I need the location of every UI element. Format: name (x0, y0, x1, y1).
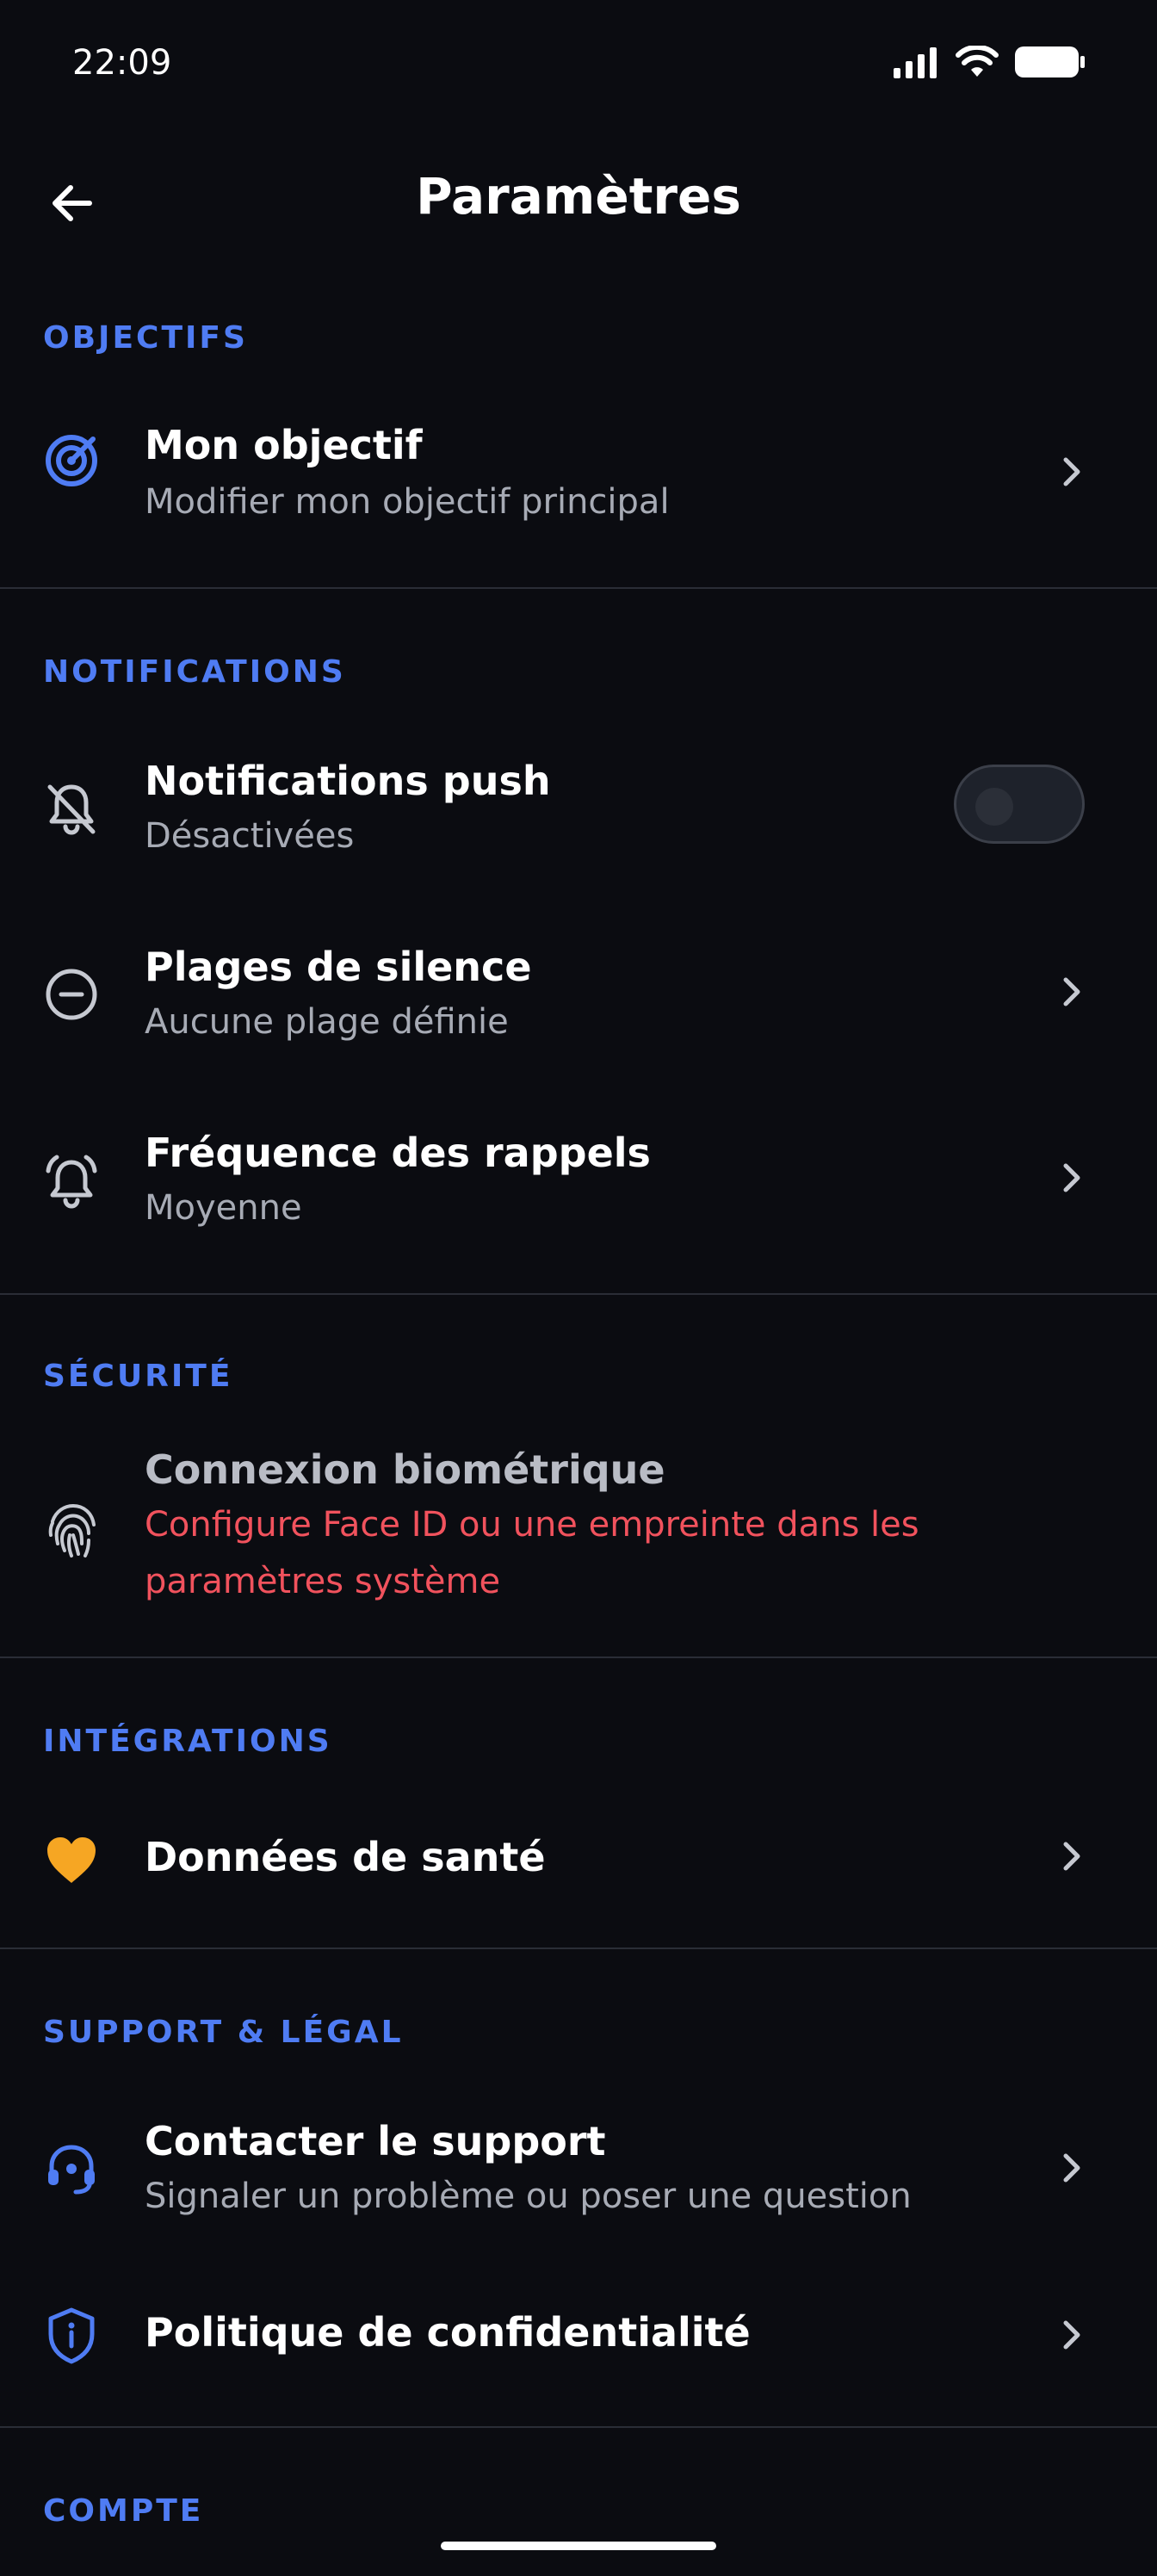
notifications-push-toggle[interactable] (954, 765, 1085, 844)
item-title: Fréquence des rappels (145, 1130, 651, 1176)
settings-item-donnees-de-sante[interactable]: Données de santé (0, 1799, 1157, 1920)
chevron-right-icon (1063, 977, 1080, 1006)
item-subtitle: Signaler un problème ou poser une questi… (145, 2177, 912, 2216)
target-icon (41, 430, 102, 491)
item-title: Contacter le support (145, 2118, 606, 2164)
divider (0, 1293, 1157, 1295)
item-subtitle-error: Configure Face ID ou une empreinte dans … (145, 1505, 919, 1545)
settings-item-notifications-push[interactable]: Notifications push Désactivées (0, 740, 1157, 878)
item-title: Données de santé (145, 1834, 546, 1880)
alarm-bell-icon (41, 1150, 102, 1211)
signal-icon (894, 47, 937, 78)
chevron-right-icon (1063, 1842, 1080, 1871)
item-subtitle: Aucune plage définie (145, 1002, 509, 1042)
section-title-integrations: INTÉGRATIONS (43, 1724, 332, 1759)
home-indicator (441, 2542, 716, 2550)
fingerprint-icon (41, 1500, 102, 1560)
wifi-icon (956, 46, 999, 77)
section-title-objectifs: OBJECTIFS (43, 320, 248, 356)
settings-item-contacter-le-support[interactable]: Contacter le support Signaler un problèm… (0, 2101, 1157, 2239)
status-time: 22:09 (72, 43, 172, 83)
item-subtitle-error: paramètres système (145, 1562, 501, 1601)
minus-circle-icon (41, 964, 102, 1025)
chevron-right-icon (1063, 2320, 1080, 2350)
item-subtitle: Modifier mon objectif principal (145, 482, 670, 522)
section-title-support: SUPPORT & LÉGAL (43, 2015, 404, 2050)
item-title: Notifications push (145, 758, 551, 804)
headset-icon (41, 2139, 102, 2199)
settings-item-frequence-des-rappels[interactable]: Fréquence des rappels Moyenne (0, 1112, 1157, 1250)
item-title: Plages de silence (145, 944, 532, 990)
item-title: Mon objectif (145, 422, 423, 468)
shield-info-icon (41, 2306, 102, 2366)
divider (0, 2426, 1157, 2428)
chevron-right-icon (1063, 2153, 1080, 2183)
settings-item-plages-de-silence[interactable]: Plages de silence Aucune plage définie (0, 926, 1157, 1064)
settings-item-connexion-biometrique[interactable]: Connexion biométrique Configure Face ID … (0, 1429, 1157, 1636)
section-title-compte: COMPTE (43, 2493, 204, 2529)
divider (0, 1947, 1157, 1949)
chevron-right-icon (1063, 1163, 1080, 1192)
divider (0, 1656, 1157, 1658)
chevron-right-icon (1063, 457, 1080, 486)
status-bar: 22:09 (0, 0, 1157, 129)
battery-icon (1015, 46, 1085, 77)
page-title: Paramètres (416, 167, 741, 226)
bell-off-icon (41, 778, 102, 839)
toggle-knob (975, 788, 1013, 826)
header: Paramètres (0, 146, 1157, 258)
item-subtitle: Moyenne (145, 1188, 302, 1228)
section-title-securite: SÉCURITÉ (43, 1359, 233, 1394)
status-icons (892, 45, 1085, 79)
item-title: Politique de confidentialité (145, 2309, 751, 2356)
settings-item-politique-de-confidentialite[interactable]: Politique de confidentialité (0, 2278, 1157, 2399)
heart-icon (41, 1830, 102, 1891)
divider (0, 587, 1157, 589)
settings-item-mon-objectif[interactable]: Mon objectif Modifier mon objectif princ… (0, 396, 1157, 551)
item-title: Connexion biométrique (145, 1446, 665, 1493)
section-title-notifications: NOTIFICATIONS (43, 654, 346, 690)
item-subtitle: Désactivées (145, 816, 355, 856)
